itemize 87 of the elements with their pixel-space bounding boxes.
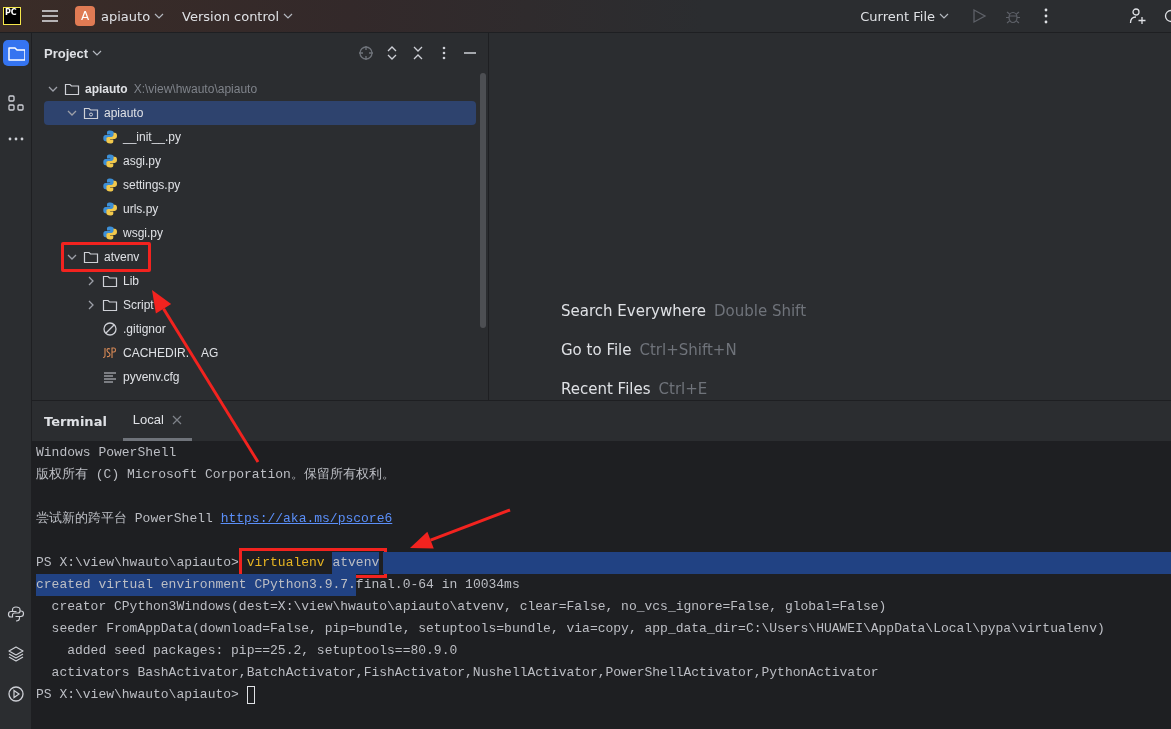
- file-name: atvenv: [104, 250, 140, 264]
- python-file-icon: [102, 225, 118, 241]
- tree-item[interactable]: .gitignor: [44, 317, 476, 341]
- chevron-down-icon: [283, 11, 294, 21]
- project-badge: A: [75, 6, 95, 26]
- command-text: virtualenv: [246, 554, 326, 572]
- folder-icon: [102, 273, 118, 289]
- file-name: wsgi.py: [123, 226, 163, 240]
- run-icon[interactable]: [6, 685, 25, 703]
- version-control-dropdown[interactable]: Version control: [176, 4, 300, 28]
- folder-icon: [102, 297, 118, 313]
- package-folder-icon: [83, 105, 99, 121]
- file-name: Lib: [123, 274, 139, 288]
- scrollbar-thumb[interactable]: [480, 73, 486, 328]
- project-selector[interactable]: apiauto: [95, 4, 171, 28]
- tree-item[interactable]: urls.py: [44, 197, 476, 221]
- chevron-down-icon: [154, 11, 165, 21]
- tree-item[interactable]: Lib: [44, 269, 476, 293]
- prohibited-icon: [102, 321, 118, 337]
- python-file-icon: [102, 153, 118, 169]
- more-icon[interactable]: [1043, 8, 1049, 24]
- app-logo: PC: [3, 7, 21, 25]
- terminal-text: activators BashActivator,BatchActivator,FishActivator,NushellActivator,PowerShellActivator,PythonActivator: [50, 664, 879, 682]
- terminal-text: added seed packages: pip==25.2, setuptools==80.9.0: [66, 642, 458, 660]
- tree-item[interactable]: CACHEDIR. AG: [44, 341, 476, 365]
- tree-item[interactable]: pyvenv.cfg: [44, 365, 476, 389]
- python-console-icon[interactable]: [6, 605, 25, 623]
- tree-item[interactable]: apiauto: [44, 101, 476, 125]
- tree-item[interactable]: Script: [44, 293, 476, 317]
- terminal-text: 版权所有 (C) Microsoft Corporation。保留所有权利。: [36, 466, 395, 484]
- terminal-text: created virtual environment CPython3.9.7.: [36, 574, 356, 596]
- file-path: X:\view\hwauto\apiauto: [133, 82, 258, 96]
- project-view-dropdown[interactable]: Project: [44, 45, 103, 61]
- shortcut-text: Ctrl+Shift+N: [639, 340, 737, 359]
- hint-action: Recent Files: [561, 379, 651, 398]
- file-name: .gitignor: [123, 322, 166, 336]
- hint-action: Search Everywhere: [561, 301, 706, 320]
- layers-icon[interactable]: [6, 645, 25, 663]
- tree-item[interactable]: settings.py: [44, 173, 476, 197]
- file-name: pyvenv.cfg: [123, 370, 180, 384]
- add-user-icon[interactable]: [1129, 7, 1147, 25]
- tree-item[interactable]: apiauto X:\view\hwauto\apiauto: [44, 77, 476, 101]
- tree-item[interactable]: asgi.py: [44, 149, 476, 173]
- locate-icon[interactable]: [358, 45, 374, 61]
- shortcut-text: Double Shift: [714, 301, 806, 320]
- folder-icon: [83, 249, 99, 265]
- file-name: apiauto: [85, 82, 128, 96]
- hint-action: Go to File: [561, 340, 632, 359]
- chevron-down-icon: [92, 48, 103, 58]
- shortcut-text: Ctrl+E: [658, 379, 708, 398]
- python-file-icon: [102, 201, 118, 217]
- file-name: asgi.py: [123, 154, 162, 168]
- folder-icon: [6, 44, 25, 62]
- terminal-text: seeder FromAppData(download=False, pip=bundle, setuptools=bundle, via=copy, app_data_dir=C:\Users\HUAWEI\AppData\Local\pypa\virtualenv): [50, 620, 1105, 638]
- file-name: AG: [201, 346, 219, 360]
- terminal-text: Windows PowerShell: [36, 444, 177, 462]
- terminal-text: PS X:\view\hwauto\apiauto>: [36, 554, 240, 572]
- file-name: Script: [123, 298, 154, 312]
- structure-icon: [6, 94, 25, 112]
- terminal-text: final.0-64 in 10034ms: [355, 576, 520, 594]
- python-file-icon: [102, 129, 118, 145]
- terminal-text: 尝试新的跨平台 PowerShell: [36, 510, 214, 528]
- terminal-tab[interactable]: Local: [122, 401, 192, 441]
- panel-title: Terminal: [44, 413, 107, 429]
- chevron-down-icon: [939, 11, 949, 21]
- tree-item[interactable]: wsgi.py: [44, 221, 476, 245]
- more-icon: [6, 137, 25, 141]
- close-icon[interactable]: [171, 414, 182, 425]
- text-cursor: [246, 686, 255, 704]
- link[interactable]: https://aka.ms/pscore6: [220, 508, 393, 530]
- tree-item[interactable]: atvenv: [44, 245, 476, 269]
- file-name: __init__.py: [123, 130, 182, 144]
- file-name: apiauto: [104, 106, 144, 120]
- jsp-file-icon: [102, 345, 118, 361]
- folder-tool-button[interactable]: [2, 40, 29, 66]
- file-name: urls.py: [123, 202, 159, 216]
- terminal-text: creator CPython3Windows(dest=X:\view\hwauto\apiauto\atvenv, clear=False, no_vcs_ignore=False, global=False): [50, 598, 887, 616]
- python-file-icon: [102, 177, 118, 193]
- search-icon[interactable]: [1163, 8, 1171, 24]
- text-lines-icon: [102, 369, 118, 385]
- run-configuration-dropdown[interactable]: Current File: [854, 4, 955, 28]
- folder-icon: [64, 81, 80, 97]
- terminal-text: PS X:\view\hwauto\apiauto>: [36, 686, 240, 704]
- file-name: settings.py: [123, 178, 181, 192]
- terminal-text: atvenv: [332, 552, 380, 574]
- tree-item[interactable]: __init__.py: [44, 125, 476, 149]
- file-name: CACHEDIR.: [123, 346, 189, 360]
